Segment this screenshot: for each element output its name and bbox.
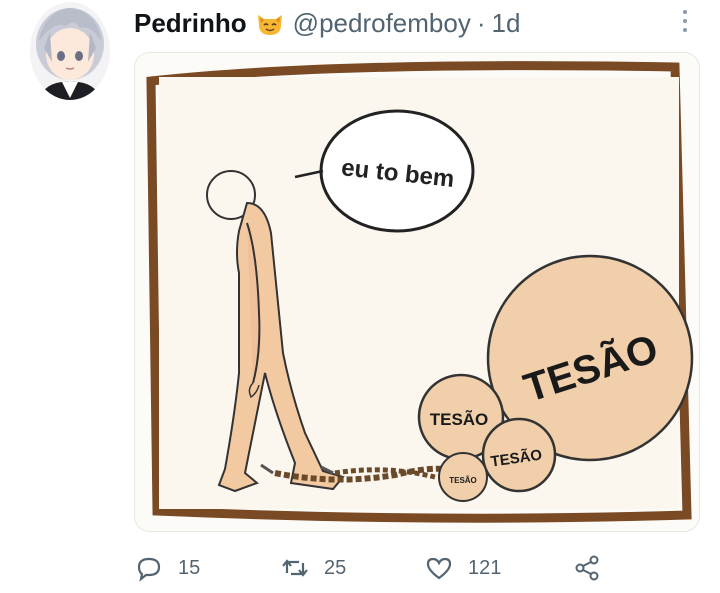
share-button[interactable] <box>572 548 602 588</box>
cat-emoji-icon <box>255 9 285 37</box>
retweet-count: 25 <box>324 556 347 579</box>
meme-image: eu to bem TESÃO TESÃO TESÃO TESÃO <box>135 53 699 531</box>
more-options-icon[interactable] <box>676 8 694 34</box>
ball-small: TESÃO <box>481 417 557 493</box>
reply-count: 15 <box>178 556 201 579</box>
tweet-time[interactable]: 1d <box>492 6 521 40</box>
share-icon <box>572 553 602 583</box>
retweet-icon <box>280 553 310 583</box>
like-button[interactable]: 121 <box>424 548 501 588</box>
author-handle[interactable]: @pedrofemboy <box>293 6 471 40</box>
reply-icon <box>134 553 164 583</box>
tweet-header: Pedrinho @pedrofemboy · 1d <box>134 6 520 40</box>
avatar[interactable] <box>30 2 110 100</box>
author-name[interactable]: Pedrinho <box>134 6 247 40</box>
heart-icon <box>424 553 454 583</box>
tweet-actions: 15 25 121 <box>134 548 654 588</box>
like-count: 121 <box>468 556 502 579</box>
avatar-image <box>30 2 110 100</box>
reply-button[interactable]: 15 <box>134 548 200 588</box>
retweet-button[interactable]: 25 <box>280 548 346 588</box>
ball-tiny: TESÃO <box>438 452 488 502</box>
ball-label-tiny: TESÃO <box>449 476 477 485</box>
separator: · <box>476 8 486 38</box>
ball-label-medium: TESÃO <box>430 409 489 429</box>
tweet-media[interactable]: eu to bem TESÃO TESÃO TESÃO TESÃO <box>134 52 700 532</box>
